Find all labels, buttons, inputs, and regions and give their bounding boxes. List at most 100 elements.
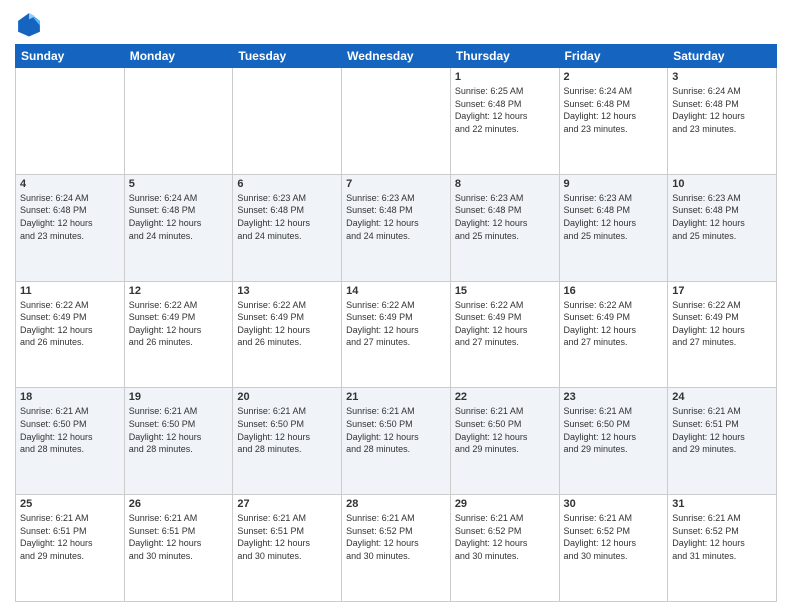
header-cell-thursday: Thursday [450,45,559,68]
week-row-4: 18 Sunrise: 6:21 AM Sunset: 6:50 PM Dayli… [16,388,777,495]
header-cell-saturday: Saturday [668,45,777,68]
day-number: 18 [20,391,120,403]
day-cell: 22Sunrise: 6:21 AM Sunset: 6:50 PM Dayli… [450,388,559,495]
day-info-text: Sunrise: 6:21 AM Sunset: 6:50 PM Dayligh… [564,406,637,454]
day-number: 12 [129,285,229,297]
header-cell-friday: Friday [559,45,668,68]
day-info-text: Sunrise: 6:21 AM Sunset: 6:51 PM Dayligh… [20,513,93,561]
day-cell: 19 Sunrise: 6:21 AM Sunset: 6:50 PM Dayli… [124,388,233,495]
day-info-text: Sunrise: 6:21 AM Sunset: 6:50 PM Dayligh… [237,406,310,454]
day-number: 7 [346,178,446,190]
day-cell [16,68,125,175]
day-number: 24 [672,391,772,403]
day-cell: 4 Sunrise: 6:24 AM Sunset: 6:48 PM Daylig… [16,174,125,281]
day-cell: 15Sunrise: 6:22 AM Sunset: 6:49 PM Dayli… [450,281,559,388]
page: SundayMondayTuesdayWednesdayThursdayFrid… [0,0,792,612]
day-info-text: Sunrise: 6:21 AM Sunset: 6:52 PM Dayligh… [564,513,637,561]
day-cell: 25 Sunrise: 6:21 AM Sunset: 6:51 PM Dayli… [16,495,125,602]
day-number: 14 [346,285,446,297]
day-number: 26 [129,498,229,510]
calendar-header: SundayMondayTuesdayWednesdayThursdayFrid… [16,45,777,68]
day-info-text: Sunrise: 6:22 AM Sunset: 6:49 PM Dayligh… [129,300,202,348]
day-info-text: Sunrise: 6:22 AM Sunset: 6:49 PM Dayligh… [672,300,745,348]
day-cell: 26 Sunrise: 6:21 AM Sunset: 6:51 PM Dayli… [124,495,233,602]
day-cell: 17Sunrise: 6:22 AM Sunset: 6:49 PM Dayli… [668,281,777,388]
day-number: 2 [564,71,664,83]
day-info-text: Sunrise: 6:21 AM Sunset: 6:52 PM Dayligh… [346,513,419,561]
day-number: 15 [455,285,555,297]
day-cell: 24 Sunrise: 6:21 AM Sunset: 6:51 PM Dayli… [668,388,777,495]
day-info-text: Sunrise: 6:24 AM Sunset: 6:48 PM Dayligh… [672,86,745,134]
header-cell-sunday: Sunday [16,45,125,68]
day-cell: 8Sunrise: 6:23 AM Sunset: 6:48 PM Daylig… [450,174,559,281]
day-number: 19 [129,391,229,403]
day-number: 11 [20,285,120,297]
calendar-body: 1 Sunrise: 6:25 AM Sunset: 6:48 PM Daylig… [16,68,777,602]
day-cell [342,68,451,175]
day-info-text: Sunrise: 6:21 AM Sunset: 6:51 PM Dayligh… [129,513,202,561]
day-info-text: Sunrise: 6:23 AM Sunset: 6:48 PM Dayligh… [237,193,310,241]
day-number: 13 [237,285,337,297]
day-number: 5 [129,178,229,190]
day-cell: 5 Sunrise: 6:24 AM Sunset: 6:48 PM Daylig… [124,174,233,281]
day-info-text: Sunrise: 6:23 AM Sunset: 6:48 PM Dayligh… [672,193,745,241]
day-number: 31 [672,498,772,510]
week-row-5: 25 Sunrise: 6:21 AM Sunset: 6:51 PM Dayli… [16,495,777,602]
day-cell: 31 Sunrise: 6:21 AM Sunset: 6:52 PM Dayli… [668,495,777,602]
day-number: 16 [564,285,664,297]
day-cell: 20 Sunrise: 6:21 AM Sunset: 6:50 PM Dayli… [233,388,342,495]
day-info-text: Sunrise: 6:21 AM Sunset: 6:52 PM Dayligh… [672,513,745,561]
day-number: 3 [672,71,772,83]
day-cell: 2 Sunrise: 6:24 AM Sunset: 6:48 PM Daylig… [559,68,668,175]
day-cell: 18Sunrise: 6:21 AM Sunset: 6:50 PM Dayli… [16,388,125,495]
day-number: 1 [455,71,555,83]
day-number: 9 [564,178,664,190]
day-number: 25 [20,498,120,510]
header [15,10,777,38]
day-cell: 1 Sunrise: 6:25 AM Sunset: 6:48 PM Daylig… [450,68,559,175]
day-cell: 3 Sunrise: 6:24 AM Sunset: 6:48 PM Daylig… [668,68,777,175]
day-cell: 10 Sunrise: 6:23 AM Sunset: 6:48 PM Dayli… [668,174,777,281]
day-cell: 13Sunrise: 6:22 AM Sunset: 6:49 PM Dayli… [233,281,342,388]
day-info-text: Sunrise: 6:21 AM Sunset: 6:51 PM Dayligh… [672,406,745,454]
day-info-text: Sunrise: 6:21 AM Sunset: 6:50 PM Dayligh… [455,406,528,454]
day-cell: 21Sunrise: 6:21 AM Sunset: 6:50 PM Dayli… [342,388,451,495]
header-cell-monday: Monday [124,45,233,68]
day-info-text: Sunrise: 6:24 AM Sunset: 6:48 PM Dayligh… [129,193,202,241]
day-info-text: Sunrise: 6:21 AM Sunset: 6:50 PM Dayligh… [129,406,202,454]
day-number: 28 [346,498,446,510]
day-cell [124,68,233,175]
day-info-text: Sunrise: 6:22 AM Sunset: 6:49 PM Dayligh… [564,300,637,348]
day-cell: 9Sunrise: 6:23 AM Sunset: 6:48 PM Daylig… [559,174,668,281]
day-cell [233,68,342,175]
day-number: 20 [237,391,337,403]
day-info-text: Sunrise: 6:25 AM Sunset: 6:48 PM Dayligh… [455,86,528,134]
logo-icon [15,10,43,38]
day-number: 27 [237,498,337,510]
day-info-text: Sunrise: 6:24 AM Sunset: 6:48 PM Dayligh… [20,193,93,241]
day-cell: 29Sunrise: 6:21 AM Sunset: 6:52 PM Dayli… [450,495,559,602]
header-row: SundayMondayTuesdayWednesdayThursdayFrid… [16,45,777,68]
day-info-text: Sunrise: 6:22 AM Sunset: 6:49 PM Dayligh… [20,300,93,348]
week-row-2: 4 Sunrise: 6:24 AM Sunset: 6:48 PM Daylig… [16,174,777,281]
day-number: 23 [564,391,664,403]
day-info-text: Sunrise: 6:23 AM Sunset: 6:48 PM Dayligh… [455,193,528,241]
day-cell: 16 Sunrise: 6:22 AM Sunset: 6:49 PM Dayli… [559,281,668,388]
day-cell: 23 Sunrise: 6:21 AM Sunset: 6:50 PM Dayli… [559,388,668,495]
day-cell: 14 Sunrise: 6:22 AM Sunset: 6:49 PM Dayli… [342,281,451,388]
day-info-text: Sunrise: 6:21 AM Sunset: 6:52 PM Dayligh… [455,513,528,561]
day-info-text: Sunrise: 6:22 AM Sunset: 6:49 PM Dayligh… [346,300,419,348]
day-cell: 7Sunrise: 6:23 AM Sunset: 6:48 PM Daylig… [342,174,451,281]
day-number: 4 [20,178,120,190]
day-info-text: Sunrise: 6:24 AM Sunset: 6:48 PM Dayligh… [564,86,637,134]
day-cell: 6Sunrise: 6:23 AM Sunset: 6:48 PM Daylig… [233,174,342,281]
day-info-text: Sunrise: 6:21 AM Sunset: 6:51 PM Dayligh… [237,513,310,561]
day-number: 10 [672,178,772,190]
day-cell: 27 Sunrise: 6:21 AM Sunset: 6:51 PM Dayli… [233,495,342,602]
logo [15,10,47,38]
header-cell-wednesday: Wednesday [342,45,451,68]
day-number: 21 [346,391,446,403]
day-cell: 11 Sunrise: 6:22 AM Sunset: 6:49 PM Dayli… [16,281,125,388]
day-number: 30 [564,498,664,510]
day-cell: 30 Sunrise: 6:21 AM Sunset: 6:52 PM Dayli… [559,495,668,602]
